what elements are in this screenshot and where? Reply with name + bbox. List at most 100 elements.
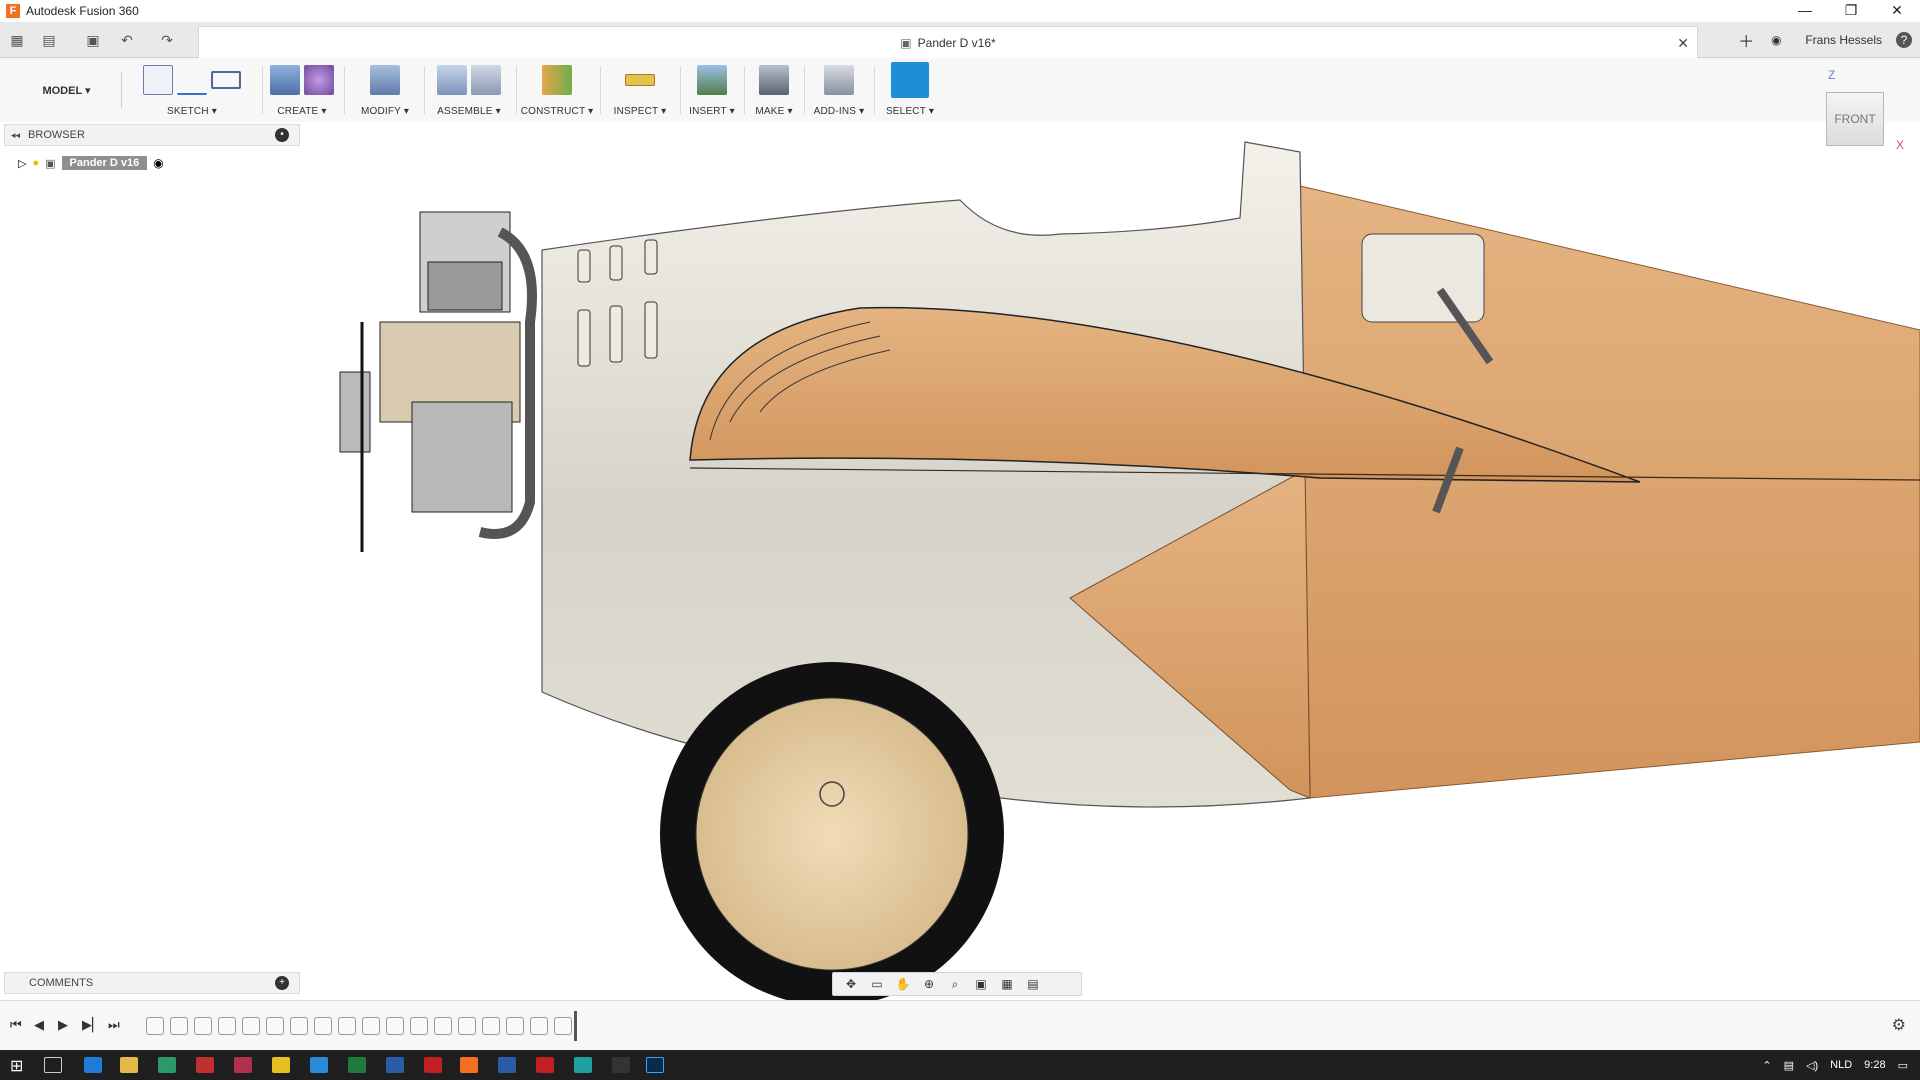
chrome-icon[interactable] — [310, 1057, 328, 1073]
step-forward-icon[interactable]: ▶▏ — [82, 1017, 102, 1033]
app-icon[interactable] — [574, 1057, 592, 1073]
clock[interactable]: 9:28 — [1864, 1059, 1885, 1071]
extrude-icon[interactable] — [270, 65, 300, 95]
3d-print-icon[interactable] — [759, 65, 789, 95]
scripts-icon[interactable] — [824, 65, 854, 95]
look-at-icon[interactable]: ▭ — [867, 976, 887, 992]
timeline-feature[interactable] — [506, 1017, 524, 1035]
timeline-feature[interactable] — [242, 1017, 260, 1035]
visibility-bulb-icon[interactable]: ● — [32, 157, 39, 169]
joint-icon[interactable] — [471, 65, 501, 95]
photoshop-icon[interactable] — [646, 1057, 664, 1073]
job-status-icon[interactable]: ◉ — [1761, 33, 1791, 47]
timeline-feature[interactable] — [218, 1017, 236, 1035]
app-icon[interactable] — [498, 1057, 516, 1073]
timeline-feature[interactable] — [434, 1017, 452, 1035]
aircraft-model[interactable] — [0, 122, 1920, 1000]
timeline-feature[interactable] — [554, 1017, 572, 1035]
viewcube-front[interactable]: FRONT — [1826, 92, 1884, 146]
timeline-feature[interactable] — [194, 1017, 212, 1035]
user-name[interactable]: Frans Hessels — [1791, 33, 1896, 47]
language-indicator[interactable]: NLD — [1830, 1059, 1852, 1071]
add-comment-icon[interactable]: + — [275, 976, 289, 990]
assemble-group[interactable]: ASSEMBLE ▾ — [428, 62, 510, 120]
word-icon[interactable] — [386, 1057, 404, 1073]
timeline-settings-icon[interactable]: ⚙ — [1892, 1015, 1906, 1035]
fusion-taskbar-icon[interactable] — [460, 1057, 478, 1073]
viewports-icon[interactable]: ▤ — [1023, 976, 1043, 992]
task-view-icon[interactable] — [44, 1057, 62, 1073]
offset-plane-icon[interactable] — [542, 65, 572, 95]
browser-tree-root[interactable]: ▷ ● ▣ Pander D v16 ◉ — [18, 154, 164, 172]
close-window-button[interactable]: ✕ — [1874, 0, 1920, 22]
network-icon[interactable]: ▤ — [1784, 1059, 1794, 1072]
3d-viewport[interactable]: Z — [0, 122, 1920, 1000]
comments-panel-header[interactable]: COMMENTS + — [4, 972, 300, 994]
insert-group[interactable]: INSERT ▾ — [684, 62, 740, 120]
select-group[interactable]: SELECT ▾ — [878, 62, 942, 120]
new-component-icon[interactable] — [437, 65, 467, 95]
timeline-feature[interactable] — [410, 1017, 428, 1035]
expand-arrow-icon[interactable]: ▷ — [18, 157, 26, 170]
timeline-feature[interactable] — [362, 1017, 380, 1035]
timeline-marker[interactable] — [574, 1011, 577, 1041]
timeline-feature[interactable] — [314, 1017, 332, 1035]
redo-icon[interactable]: ↷ — [156, 30, 178, 50]
new-tab-icon[interactable]: ＋ — [1731, 28, 1761, 52]
grid-icon[interactable]: ▦ — [997, 976, 1017, 992]
step-back-icon[interactable]: ◀ — [34, 1017, 44, 1033]
go-to-start-icon[interactable]: ⏮ — [10, 1017, 22, 1033]
app-icon[interactable] — [196, 1057, 214, 1073]
press-pull-icon[interactable] — [370, 65, 400, 95]
timeline-feature[interactable] — [170, 1017, 188, 1035]
modify-group[interactable]: MODIFY ▾ — [350, 62, 420, 120]
windows-start-icon[interactable]: ⊞ — [10, 1056, 23, 1076]
insert-image-icon[interactable] — [697, 65, 727, 95]
measure-icon[interactable] — [625, 74, 655, 86]
activate-radio-icon[interactable]: ◉ — [153, 156, 163, 170]
timeline-feature[interactable] — [386, 1017, 404, 1035]
inspect-group[interactable]: INSPECT ▾ — [604, 62, 676, 120]
play-icon[interactable]: ▶ — [58, 1017, 68, 1033]
save-icon[interactable]: ▣ — [82, 30, 104, 50]
create-group[interactable]: CREATE ▾ — [266, 62, 338, 120]
acrobat-icon[interactable] — [536, 1057, 554, 1073]
app-icon[interactable] — [272, 1057, 290, 1073]
create-sketch-icon[interactable] — [143, 65, 173, 95]
display-settings-icon[interactable]: ▣ — [971, 976, 991, 992]
close-tab-icon[interactable]: ✕ — [1677, 35, 1689, 52]
apps-grid-icon[interactable]: ▦ — [6, 30, 28, 50]
fit-icon[interactable]: ⌕ — [945, 976, 965, 992]
browser-options-icon[interactable]: • — [275, 128, 289, 142]
timeline-feature[interactable] — [290, 1017, 308, 1035]
file-menu-icon[interactable]: ▤ — [38, 30, 60, 50]
pan-icon[interactable]: ✋ — [893, 976, 913, 992]
go-to-end-icon[interactable]: ⏭ — [108, 1017, 120, 1033]
restore-button[interactable]: ❐ — [1828, 0, 1874, 22]
workspace-switcher[interactable]: MODEL ▾ — [12, 72, 122, 108]
undo-icon[interactable]: ↶ — [116, 30, 138, 50]
app-icon[interactable] — [234, 1057, 252, 1073]
volume-icon[interactable]: ◁) — [1806, 1059, 1818, 1072]
tray-chevron-icon[interactable]: ⌃ — [1762, 1059, 1771, 1072]
excel-icon[interactable] — [348, 1057, 366, 1073]
timeline-feature[interactable] — [338, 1017, 356, 1035]
app-icon[interactable] — [424, 1057, 442, 1073]
app-icon[interactable] — [612, 1057, 630, 1073]
document-tab[interactable]: ▣ Pander D v16* ✕ — [198, 26, 1698, 58]
timeline-feature[interactable] — [266, 1017, 284, 1035]
minimize-button[interactable]: — — [1782, 0, 1828, 22]
line-tool-icon[interactable] — [177, 65, 207, 95]
browser-panel-header[interactable]: ◂◂ BROWSER • — [4, 124, 300, 146]
help-icon[interactable]: ? — [1896, 32, 1912, 48]
form-icon[interactable] — [304, 65, 334, 95]
file-explorer-icon[interactable] — [120, 1057, 138, 1073]
timeline-feature[interactable] — [146, 1017, 164, 1035]
timeline-feature[interactable] — [482, 1017, 500, 1035]
timeline-feature[interactable] — [530, 1017, 548, 1035]
select-icon[interactable] — [891, 62, 929, 98]
root-component-name[interactable]: Pander D v16 — [61, 156, 148, 170]
timeline-feature[interactable] — [458, 1017, 476, 1035]
notifications-icon[interactable]: ▭ — [1898, 1059, 1908, 1072]
edge-icon[interactable] — [84, 1057, 102, 1073]
